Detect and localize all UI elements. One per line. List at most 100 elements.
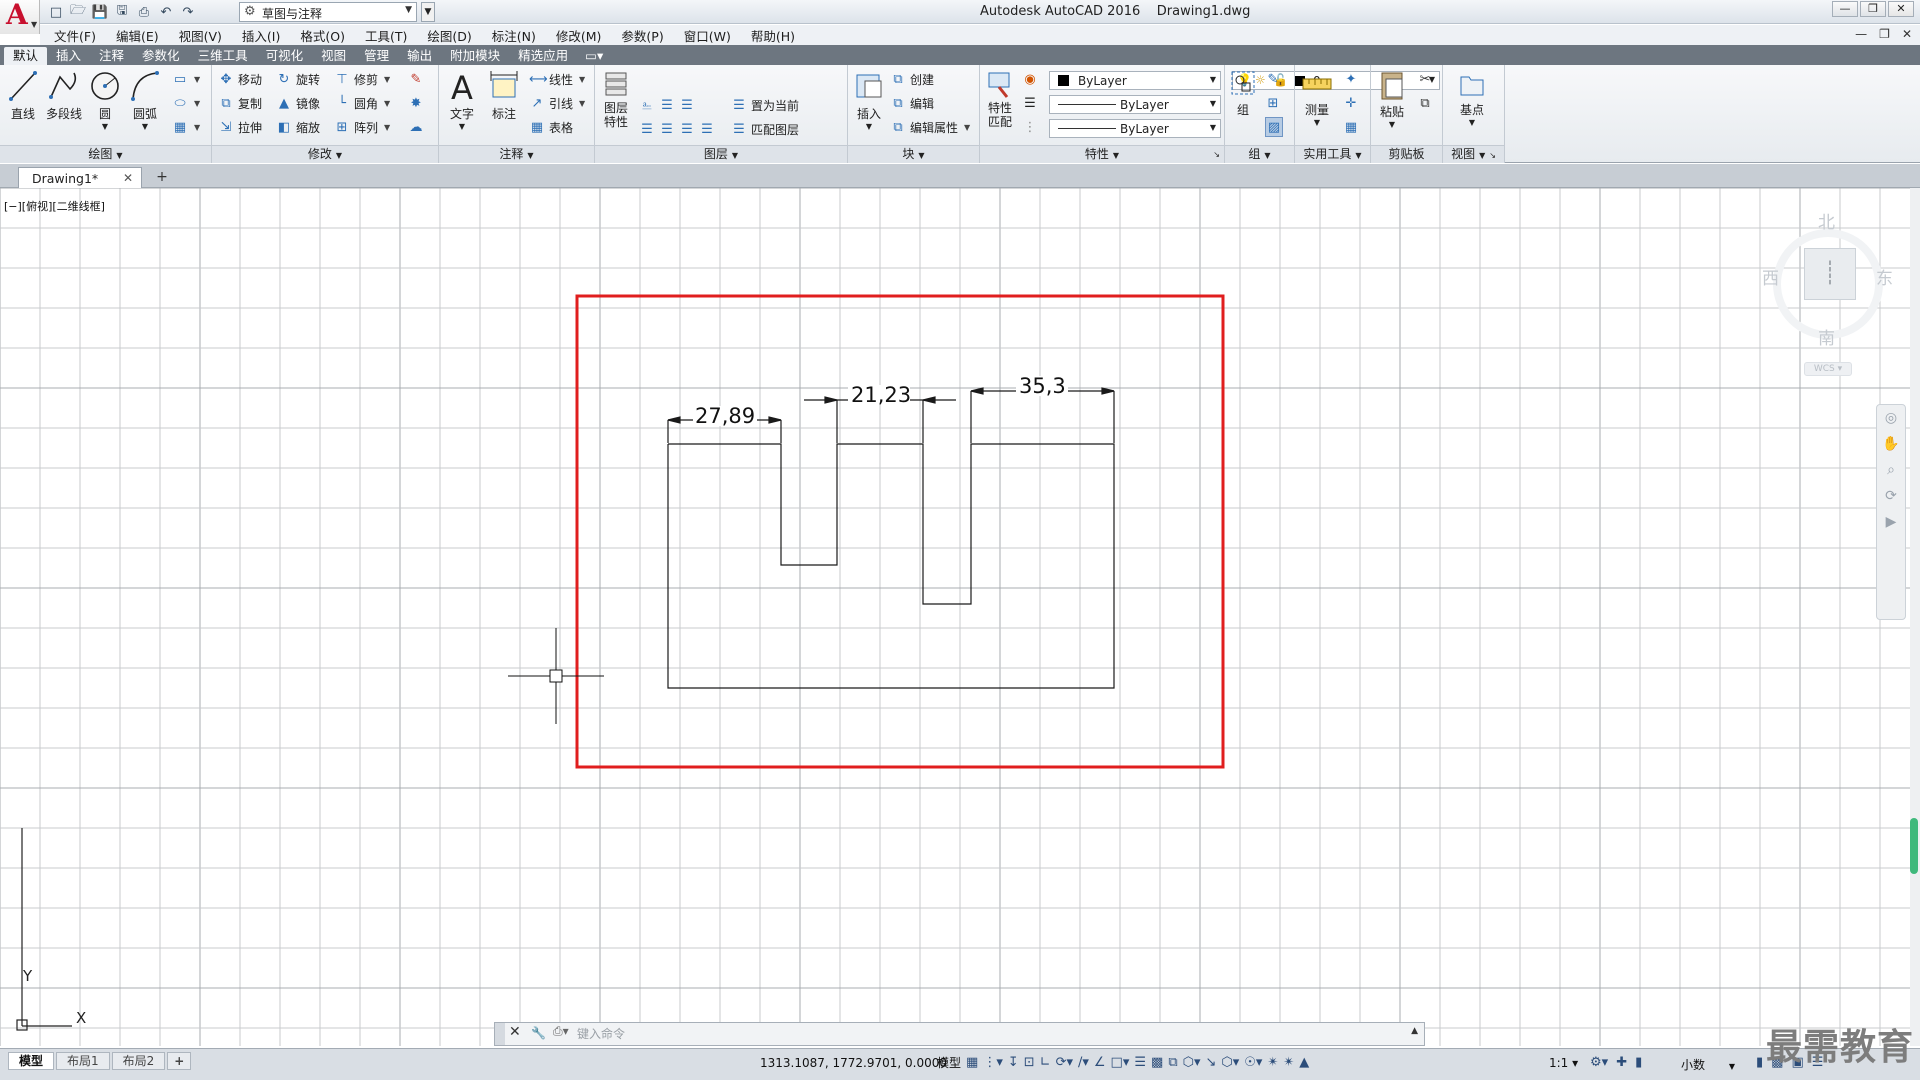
redo-icon[interactable]: ↷ xyxy=(178,2,198,22)
erase-button[interactable]: ✎ xyxy=(408,69,424,89)
offset-button[interactable]: ☁ xyxy=(408,117,424,137)
block-panel-title[interactable]: 块 ▼ xyxy=(848,145,979,163)
arc-button[interactable]: 圆弧 ▼ xyxy=(126,69,164,131)
object-snap-icon[interactable]: □▾ xyxy=(1111,1055,1130,1070)
drawing-restore-button[interactable]: ❐ xyxy=(1879,27,1890,41)
group-edit-button[interactable]: ⊞ xyxy=(1265,93,1281,113)
drawing-close-button[interactable]: ✕ xyxy=(1902,27,1912,41)
line-button[interactable]: 直线 xyxy=(6,69,40,122)
modify-panel-title[interactable]: 修改 ▼ xyxy=(212,145,438,163)
tab-3d-tools[interactable]: 三维工具 xyxy=(189,47,257,65)
lineweight-dropdown[interactable]: ByLayer ▼ xyxy=(1049,119,1221,138)
layer-tools-row-2[interactable]: ☰ ☰ ☰ ☰ xyxy=(639,119,715,139)
transparency-icon[interactable]: ▩ xyxy=(1151,1055,1163,1070)
wcs-menu[interactable]: WCS ▾ xyxy=(1804,362,1852,376)
measure-button[interactable]: 测量 ▼ xyxy=(1299,69,1335,127)
annotation-visibility-icon[interactable]: ✴ xyxy=(1267,1055,1278,1070)
qat-more-button[interactable]: ▼ xyxy=(421,2,435,22)
rectangle-button[interactable]: ▭ ▼ xyxy=(172,69,200,89)
compass-north[interactable]: 北 xyxy=(1818,208,1835,233)
ungroup-button[interactable]: ✎ xyxy=(1265,69,1281,89)
zoom-extents-icon[interactable]: ⌕ xyxy=(1877,457,1905,483)
new-layout-button[interactable]: + xyxy=(167,1052,192,1070)
gear-icon[interactable]: ⚙▾ xyxy=(1590,1055,1608,1070)
dimension-text-2[interactable]: 21,23 xyxy=(851,383,911,407)
lineweight-toggle-icon[interactable]: ☰ xyxy=(1134,1055,1146,1070)
selection-cycling-icon[interactable]: ⧉ xyxy=(1168,1055,1177,1070)
tab-featured-apps[interactable]: 精选应用 xyxy=(509,47,577,65)
command-line-grip[interactable] xyxy=(495,1023,505,1045)
explode-button[interactable]: ✸ xyxy=(408,93,424,113)
selection-filter-icon[interactable]: ⬡▾ xyxy=(1221,1055,1239,1070)
gizmo-icon[interactable]: ☉▾ xyxy=(1244,1055,1262,1070)
chevron-up-icon[interactable]: ▲ xyxy=(1411,1026,1418,1036)
tab-manage[interactable]: 管理 xyxy=(355,47,398,65)
base-view-button[interactable]: 基点 ▼ xyxy=(1451,69,1493,127)
coordinate-readout[interactable]: 1313.1087, 1772.9701, 0.0000 xyxy=(760,1056,947,1070)
application-menu-button[interactable]: A ▼ xyxy=(0,0,40,34)
command-input[interactable] xyxy=(577,1025,1397,1043)
plus-icon[interactable]: ✚ xyxy=(1616,1055,1627,1070)
menu-window[interactable]: 窗口(W) xyxy=(684,26,731,45)
infer-constraints-icon[interactable]: ↧ xyxy=(1008,1055,1019,1070)
create-block-button[interactable]: ⧉ 创建 xyxy=(890,69,934,89)
quick-properties-icon[interactable]: ▮ xyxy=(1756,1055,1763,1070)
tab-layout2[interactable]: 布局2 xyxy=(111,1052,166,1070)
drawing-minimize-button[interactable]: — xyxy=(1855,27,1867,41)
drawing-canvas[interactable]: 27,89 21,23 35,3 Y X xyxy=(0,187,1920,1046)
groups-panel-title[interactable]: 组 ▼ xyxy=(1225,145,1294,163)
vertical-scrollbar[interactable] xyxy=(1910,188,1920,1046)
dimension-button[interactable]: 标注 xyxy=(485,69,523,122)
annotation-scale-value[interactable]: 1:1 ▾ xyxy=(1549,1056,1578,1070)
color-dropdown[interactable]: ByLayer ▼ xyxy=(1049,71,1221,90)
tab-visualize[interactable]: 可视化 xyxy=(257,47,313,65)
tab-insert[interactable]: 插入 xyxy=(47,47,90,65)
copy-clip-button[interactable]: ⧉ xyxy=(1417,93,1433,113)
menu-dimension[interactable]: 标注(N) xyxy=(492,26,536,45)
edit-attributes-button[interactable]: ⧉ 编辑属性 ▼ xyxy=(890,117,970,137)
properties-panel-title[interactable]: 特性 ▼ ↘ xyxy=(980,145,1224,163)
fillet-button[interactable]: └ 圆角 ▼ xyxy=(334,93,390,113)
layer-properties-button[interactable]: 图层特性 xyxy=(599,69,633,129)
ellipse-button[interactable]: ⬭ ▼ xyxy=(172,93,200,113)
table-button[interactable]: ▦ 表格 xyxy=(529,117,573,137)
isodraft-icon[interactable]: ∕▾ xyxy=(1078,1055,1089,1070)
print-icon[interactable]: ⎙ xyxy=(134,2,154,22)
circle-button[interactable]: 圆 ▼ xyxy=(88,69,122,131)
menu-modify[interactable]: 修改(M) xyxy=(556,26,602,45)
text-button[interactable]: A 文字 ▼ xyxy=(443,69,481,131)
linetype-button[interactable]: ⋮ xyxy=(1022,117,1038,137)
units-dropdown[interactable]: 小数 ▼ xyxy=(1681,1056,1735,1073)
menu-parametric[interactable]: 参数(P) xyxy=(621,26,663,45)
leader-button[interactable]: ↗ 引线 ▼ xyxy=(529,93,586,113)
trim-button[interactable]: ⊤ 修剪 ▼ xyxy=(334,69,390,89)
menu-help[interactable]: 帮助(H) xyxy=(751,26,795,45)
tab-parametric[interactable]: 参数化 xyxy=(133,47,189,65)
tab-model[interactable]: 模型 xyxy=(8,1052,55,1070)
calculator-button[interactable]: ▦ xyxy=(1343,117,1359,137)
tab-addins[interactable]: 附加模块 xyxy=(441,47,509,65)
open-file-icon[interactable]: 🗁 xyxy=(68,2,88,22)
orbit-icon[interactable]: ⟳ xyxy=(1877,483,1905,509)
menu-draw[interactable]: 绘图(D) xyxy=(427,26,471,45)
restore-button[interactable]: ❐ xyxy=(1860,1,1886,17)
match-properties-button[interactable]: 特性匹配 xyxy=(984,69,1016,129)
tab-default[interactable]: 默认 xyxy=(4,47,48,65)
close-button[interactable]: ✕ xyxy=(1888,1,1914,17)
minimize-button[interactable]: — xyxy=(1832,1,1858,17)
set-current-button[interactable]: ☰ 置为当前 xyxy=(731,95,799,115)
edit-block-button[interactable]: ⧉ 编辑 xyxy=(890,93,934,113)
viewport-controls-label[interactable]: [−][俯视][二维线框] xyxy=(4,198,105,214)
command-history-icon[interactable]: ⎙▾ xyxy=(553,1024,569,1039)
panel-launcher-icon[interactable]: ↘ xyxy=(1489,151,1496,160)
group-button[interactable]: 组 xyxy=(1229,69,1257,118)
utilities-panel-title[interactable]: 实用工具 ▼ xyxy=(1295,145,1370,163)
mirror-button[interactable]: ▲ 镜像 xyxy=(276,93,320,113)
ribbon-display-toggle[interactable]: ▭▾ xyxy=(577,47,611,65)
dynamic-ucs-icon[interactable]: ↘ xyxy=(1205,1055,1216,1070)
layer-tools-row-1[interactable]: ⎁ ☰ ☰ xyxy=(639,95,695,115)
view-panel-title[interactable]: 视图 ▼ ↘ xyxy=(1443,145,1504,163)
compass-east[interactable]: 东 xyxy=(1876,264,1893,289)
compass-south[interactable]: 南 xyxy=(1818,324,1835,349)
lineweight-button[interactable]: ☰ xyxy=(1022,93,1038,113)
